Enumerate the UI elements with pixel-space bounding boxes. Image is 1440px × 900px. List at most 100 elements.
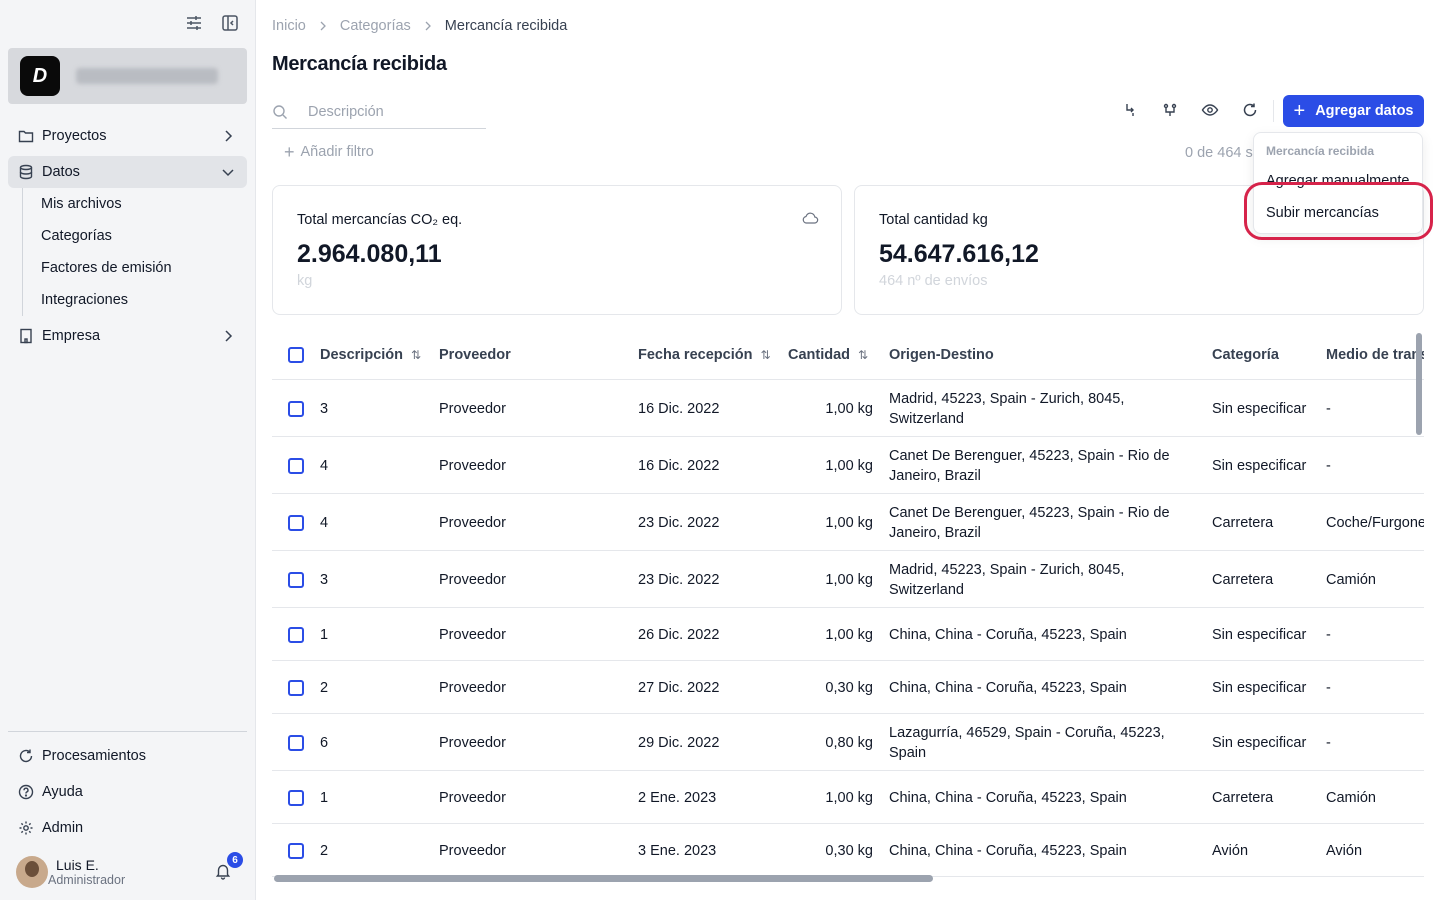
organization-name-blurred — [76, 68, 218, 84]
import-icon[interactable] — [1120, 100, 1140, 120]
cell-desc: 4 — [320, 457, 329, 474]
columns-icon[interactable] — [1160, 100, 1180, 120]
column-header-fecha[interactable]: Fecha recepción ⇅ — [638, 347, 771, 363]
cell-line: China, China - Coruña, 45223, Spain — [889, 842, 1127, 859]
avatar — [16, 856, 48, 888]
search-input[interactable] — [308, 104, 478, 120]
cell-cant: 0,30 kg — [825, 842, 873, 859]
search-field — [272, 96, 486, 129]
organization-switcher[interactable]: D — [8, 48, 247, 104]
column-label: Origen-Destino — [889, 347, 994, 363]
sidebar-subitem-integraciones[interactable]: Integraciones — [41, 292, 241, 308]
table-row[interactable]: 1 Proveedor 26 Dic. 2022 1,00 kg China, Chin… — [272, 608, 1424, 661]
row-checkbox[interactable] — [288, 679, 304, 696]
sort-icon: ⇅ — [411, 348, 422, 362]
results-count: 0 de 464 s — [1185, 145, 1253, 161]
sidebar-item-ayuda[interactable]: Ayuda — [8, 776, 247, 808]
table-row[interactable]: 6 Proveedor 29 Dic. 2022 0,80 kg Lazagurría,… — [272, 714, 1424, 771]
select-all-checkbox[interactable] — [288, 347, 304, 363]
row-checkbox[interactable] — [288, 571, 304, 588]
cell-desc: 3 — [320, 400, 329, 417]
cell-origen-destino: China, China - Coruña, 45223, Spain — [889, 625, 1127, 645]
add-filter-button[interactable]: + Añadir filtro — [284, 142, 374, 162]
cell-origen-destino: Canet De Berenguer, 45223, Spain - Rio d… — [889, 446, 1170, 486]
sidebar-subitem-factores-emision[interactable]: Factores de emisión — [41, 260, 241, 276]
toolbar-divider — [1273, 100, 1274, 122]
table-row[interactable]: 2 Proveedor 27 Dic. 2022 0,30 kg China, Chin… — [272, 661, 1424, 714]
breadcrumb: Inicio Categorías Mercancía recibida — [272, 18, 567, 34]
cell-origen-destino: China, China - Coruña, 45223, Spain — [889, 788, 1127, 808]
column-header-proveedor[interactable]: Proveedor — [439, 347, 511, 363]
cell-line: Janeiro, Brazil — [889, 467, 981, 484]
cell-cant: 1,00 kg — [825, 571, 873, 588]
stat-value: 2.964.080,11 — [297, 240, 442, 268]
cell-prov: Proveedor — [439, 789, 506, 806]
database-icon — [18, 164, 34, 180]
cell-medio: - — [1326, 679, 1331, 696]
cell-desc: 1 — [320, 626, 329, 643]
refresh-icon[interactable] — [1240, 100, 1260, 120]
row-checkbox[interactable] — [288, 514, 304, 531]
sidebar-item-proyectos[interactable]: Proyectos — [8, 120, 247, 152]
row-checkbox[interactable] — [288, 457, 304, 474]
column-header-medio[interactable]: Medio de trans — [1326, 347, 1424, 363]
table-row[interactable]: 3 Proveedor 23 Dic. 2022 1,00 kg Madrid, 452… — [272, 551, 1424, 608]
add-data-button[interactable]: + Agregar datos — [1283, 95, 1424, 127]
cell-origen-destino: Lazagurría, 46529, Spain - Coruña, 45223… — [889, 723, 1165, 763]
user-profile[interactable]: Luis E. Administrador — [16, 856, 125, 888]
cell-medio: - — [1326, 626, 1331, 643]
table-row[interactable]: 4 Proveedor 23 Dic. 2022 1,00 kg Canet De Be… — [272, 494, 1424, 551]
stat-label: Total cantidad kg — [879, 212, 988, 228]
table-row[interactable]: 3 Proveedor 16 Dic. 2022 1,00 kg Madrid, 452… — [272, 380, 1424, 437]
horizontal-scrollbar[interactable] — [274, 875, 933, 882]
sidebar-item-procesamientos[interactable]: Procesamientos — [8, 740, 247, 772]
eye-icon[interactable] — [1200, 100, 1220, 120]
sidebar-divider — [8, 731, 247, 732]
table-row[interactable]: 4 Proveedor 16 Dic. 2022 1,00 kg Canet De Be… — [272, 437, 1424, 494]
cell-line: Janeiro, Brazil — [889, 524, 981, 541]
sidebar-item-empresa[interactable]: Empresa — [8, 320, 247, 352]
column-label: Cantidad — [788, 347, 851, 363]
collapse-sidebar-icon[interactable] — [221, 14, 239, 32]
stat-value: 54.647.616,12 — [879, 240, 1039, 268]
vertical-scrollbar[interactable] — [1416, 333, 1422, 435]
cell-line: China, China - Coruña, 45223, Spain — [889, 679, 1127, 696]
column-header-descripcion[interactable]: Descripción ⇅ — [320, 347, 421, 363]
table-header: Descripción ⇅ Proveedor Fecha recepción ⇅ … — [272, 331, 1424, 380]
plus-icon: + — [284, 142, 295, 162]
row-checkbox[interactable] — [288, 842, 304, 859]
cell-line: Spain — [889, 744, 927, 761]
sidebar-subitem-categorias[interactable]: Categorías — [41, 228, 241, 244]
column-label: Descripción — [320, 347, 403, 363]
user-name: Luis E. — [56, 856, 99, 873]
dropdown-header: Mercancía recibida — [1266, 144, 1375, 158]
cell-cant: 0,30 kg — [825, 679, 873, 696]
cell-fecha: 16 Dic. 2022 — [638, 457, 720, 474]
cell-line: Switzerland — [889, 581, 964, 598]
cell-prov: Proveedor — [439, 400, 506, 417]
sidebar-item-admin[interactable]: Admin — [8, 812, 247, 844]
table-row[interactable]: 1 Proveedor 2 Ene. 2023 1,00 kg China, China… — [272, 771, 1424, 824]
breadcrumb-item[interactable]: Categorías — [340, 18, 411, 34]
breadcrumb-item[interactable]: Inicio — [272, 18, 306, 34]
cell-fecha: 29 Dic. 2022 — [638, 734, 720, 751]
stat-unit: kg — [297, 273, 313, 289]
cell-cant: 1,00 kg — [825, 457, 873, 474]
column-header-origen-destino[interactable]: Origen-Destino — [889, 347, 994, 363]
cell-cat: Carretera — [1212, 571, 1274, 588]
sidebar-item-datos[interactable]: Datos — [8, 156, 247, 188]
column-header-categoria[interactable]: Categoría — [1212, 347, 1279, 363]
row-checkbox[interactable] — [288, 626, 304, 643]
search-icon — [272, 104, 288, 120]
row-checkbox[interactable] — [288, 734, 304, 751]
sidebar-item-label: Admin — [42, 820, 84, 836]
refresh-icon — [18, 748, 34, 764]
cell-desc: 2 — [320, 679, 329, 696]
row-checkbox[interactable] — [288, 789, 304, 806]
sidebar-subitem-mis-archivos[interactable]: Mis archivos — [41, 196, 241, 212]
cell-cant: 1,00 kg — [825, 400, 873, 417]
row-checkbox[interactable] — [288, 400, 304, 417]
column-header-cantidad[interactable]: Cantidad ⇅ — [788, 347, 868, 363]
table-row[interactable]: 2 Proveedor 3 Ene. 2023 0,30 kg China, China… — [272, 824, 1424, 877]
sliders-icon[interactable] — [185, 14, 203, 32]
